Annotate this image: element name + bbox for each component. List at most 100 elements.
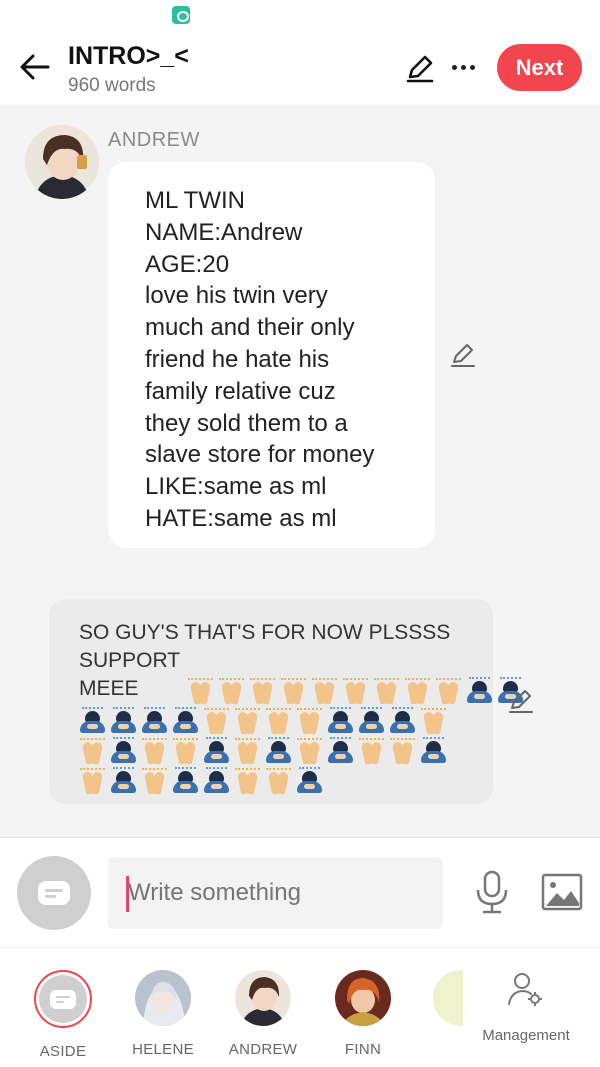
- header: INTRO>_< 960 words Next: [0, 30, 600, 105]
- edit-icon[interactable]: [507, 687, 535, 715]
- pray-emoji: [233, 707, 262, 736]
- pray-emoji: [186, 677, 215, 706]
- message-input[interactable]: [108, 857, 443, 929]
- character-bar: ASIDE HELENE ANDREW FINN Management: [0, 947, 600, 1067]
- aside-line: SUPPORT: [79, 649, 181, 672]
- pray-emoji: [264, 707, 293, 736]
- management-label: Management: [482, 1027, 570, 1044]
- bow-emoji: [326, 706, 355, 736]
- pray-emoji: [233, 767, 262, 796]
- bow-emoji: [140, 706, 169, 736]
- emoji-row: [78, 736, 448, 766]
- bow-emoji: [295, 766, 324, 796]
- avatar: [335, 970, 391, 1026]
- back-arrow-icon[interactable]: [18, 50, 52, 84]
- pray-emoji: [78, 737, 107, 766]
- character-name: ANDREW: [228, 1041, 298, 1058]
- character-andrew[interactable]: ANDREW: [218, 970, 308, 1058]
- message-icon: [38, 881, 70, 905]
- manage-users-icon: [508, 973, 542, 1006]
- pray-emoji: [217, 677, 246, 706]
- message-line: slave store for money: [145, 441, 375, 469]
- chat-area: ANDREW ML TWIN NAME:Andrew AGE:20 love h…: [0, 105, 600, 837]
- bow-emoji: [202, 736, 231, 766]
- more-icon[interactable]: [446, 52, 480, 82]
- aside-avatar: [34, 970, 92, 1028]
- message-bubble[interactable]: ML TWIN NAME:Andrew AGE:20 love his twin…: [108, 162, 435, 548]
- status-bar: [0, 0, 600, 30]
- bow-emoji: [419, 736, 448, 766]
- bow-emoji: [109, 706, 138, 736]
- word-count: 960 words: [68, 75, 156, 96]
- story-editor: INTRO>_< 960 words Next ANDREW ML TWIN N…: [0, 0, 600, 1067]
- composer-bar: [0, 837, 600, 947]
- pray-emoji: [372, 677, 401, 706]
- avatar: [235, 970, 291, 1026]
- bow-emoji: [78, 706, 107, 736]
- pray-emoji: [403, 677, 432, 706]
- aside-bubble[interactable]: SO GUY'S THAT'S FOR NOW PLSSSS SUPPORT M…: [49, 599, 523, 804]
- message-line: friend he hate his: [145, 345, 330, 373]
- pray-emoji: [202, 707, 231, 736]
- pray-emoji: [78, 767, 107, 796]
- story-title[interactable]: INTRO>_<: [68, 42, 189, 71]
- message-line: ML TWIN: [145, 187, 245, 214]
- bow-emoji: [465, 676, 494, 706]
- bow-emoji: [171, 706, 200, 736]
- pray-emoji: [233, 737, 262, 766]
- bow-emoji: [109, 766, 138, 796]
- emoji-row: [78, 706, 448, 736]
- message-line: they sold them to a: [145, 409, 348, 437]
- edit-icon[interactable]: [449, 341, 477, 369]
- pencil-icon[interactable]: [404, 52, 436, 84]
- emoji-block: [78, 706, 448, 796]
- next-button[interactable]: Next: [497, 44, 582, 91]
- pray-emoji: [279, 677, 308, 706]
- avatar: [135, 970, 191, 1026]
- pray-emoji: [140, 767, 169, 796]
- message-line: NAME:Andrew: [145, 218, 303, 246]
- character-name: HELENE: [132, 1041, 194, 1058]
- bow-emoji: [264, 736, 293, 766]
- pray-emoji: [140, 737, 169, 766]
- pray-emoji: [310, 677, 339, 706]
- character-aside[interactable]: ASIDE: [18, 970, 108, 1060]
- avatar-andrew[interactable]: [25, 125, 99, 199]
- message-icon: [50, 989, 76, 1009]
- bow-emoji: [326, 736, 355, 766]
- pray-emoji: [357, 737, 386, 766]
- character-partial[interactable]: [433, 970, 463, 1026]
- image-icon[interactable]: [541, 873, 583, 911]
- pray-emoji: [248, 677, 277, 706]
- pray-emoji: [264, 767, 293, 796]
- emoji-row: [78, 766, 448, 796]
- pray-emoji: [171, 737, 200, 766]
- message-line: LIKE:same as ml: [145, 473, 327, 501]
- avatar: [433, 970, 463, 1026]
- message-line: family relative cuz: [145, 377, 336, 405]
- bow-emoji: [109, 736, 138, 766]
- character-name: ASIDE: [39, 1043, 87, 1060]
- bow-emoji: [171, 766, 200, 796]
- mic-icon[interactable]: [474, 870, 510, 914]
- pray-emoji: [434, 677, 463, 706]
- pray-emoji: [295, 707, 324, 736]
- pray-emoji: [419, 707, 448, 736]
- management-button[interactable]: Management: [470, 970, 582, 1044]
- notification-icon: [172, 6, 190, 24]
- bow-emoji: [357, 706, 386, 736]
- speaker-name: ANDREW: [108, 129, 200, 151]
- pray-emoji: [388, 737, 417, 766]
- aside-toggle-button[interactable]: [17, 856, 91, 930]
- character-helene[interactable]: HELENE: [118, 970, 208, 1058]
- character-finn[interactable]: FINN: [318, 970, 408, 1058]
- message-line: love his twin very: [145, 282, 328, 310]
- emoji-row: [186, 676, 525, 706]
- pray-emoji: [295, 737, 324, 766]
- aside-line: SO GUY'S THAT'S FOR NOW PLSSSS: [79, 621, 451, 644]
- bow-emoji: [388, 706, 417, 736]
- bow-emoji: [202, 766, 231, 796]
- message-line: HATE:same as ml: [145, 504, 337, 532]
- pray-emoji: [341, 677, 370, 706]
- text-caret: [126, 876, 129, 912]
